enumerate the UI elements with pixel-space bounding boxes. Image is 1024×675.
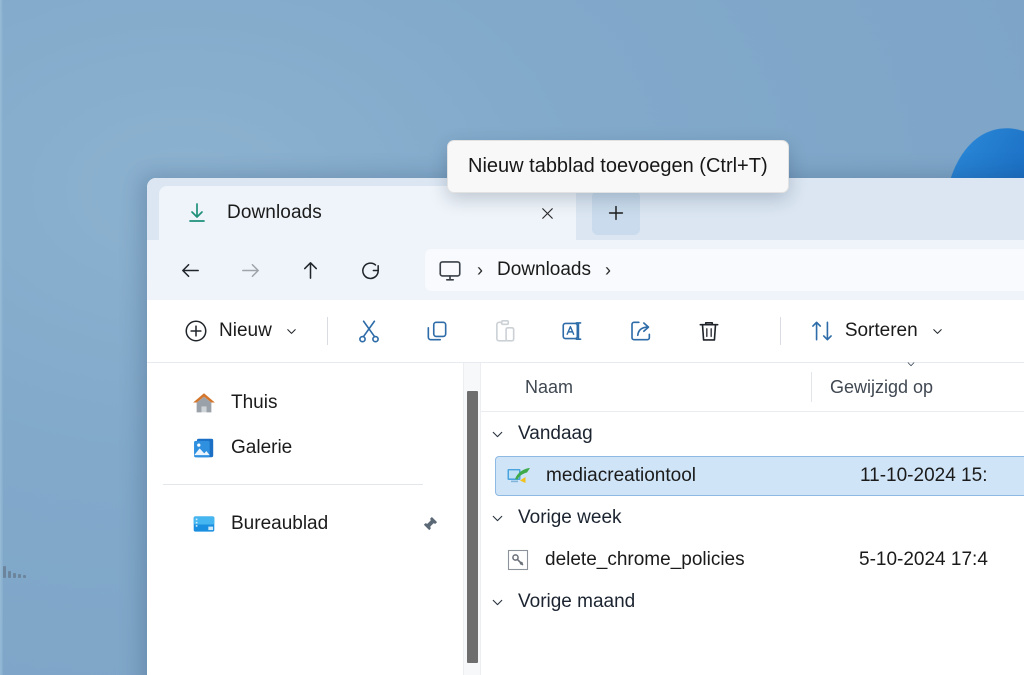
back-button[interactable] <box>169 249 211 291</box>
home-icon <box>191 390 217 416</box>
breadcrumb-separator-2[interactable]: › <box>605 261 611 279</box>
registry-file-icon <box>505 547 531 573</box>
sidebar-divider <box>163 484 423 485</box>
scrollbar-thumb[interactable] <box>467 391 478 663</box>
sort-button-label: Sorteren <box>844 320 918 341</box>
breadcrumb-separator-1: › <box>477 260 483 280</box>
group-label: Vorige week <box>518 507 622 528</box>
table-row[interactable]: mediacreationtool 11-10-2024 15: <box>495 456 1024 496</box>
sort-indicator-chevron-down-icon <box>907 361 915 366</box>
chevron-down-icon <box>287 328 296 334</box>
navigation-sidebar: Thuis Galerie Bureaublad <box>147 363 463 675</box>
file-explorer-window: Downloads › Downloads › Nieuw Sorteren T… <box>147 178 1024 675</box>
tab-label: Downloads <box>227 202 322 223</box>
new-button[interactable]: Nieuw <box>177 311 305 351</box>
chevron-down-icon <box>492 599 503 605</box>
sidebar-item-galerie[interactable]: Galerie <box>181 427 449 469</box>
share-button[interactable] <box>622 311 660 351</box>
refresh-icon <box>361 261 379 279</box>
copy-button[interactable] <box>418 311 456 351</box>
trash-icon <box>699 321 719 341</box>
sidebar-item-bureaublad[interactable]: Bureaublad <box>181 503 449 545</box>
file-modified-date: 5-10-2024 17:4 <box>859 549 988 570</box>
plus-icon <box>608 205 624 221</box>
rename-icon <box>562 322 582 340</box>
sidebar-item-label: Thuis <box>231 392 278 413</box>
column-header-name[interactable]: Naam <box>481 377 811 398</box>
new-tab-button[interactable] <box>592 191 640 235</box>
plus-circle-icon <box>185 320 207 342</box>
chevron-down-icon <box>492 431 503 437</box>
pin-icon[interactable] <box>421 515 439 533</box>
toolbar-divider-1 <box>326 317 328 345</box>
forward-button <box>229 249 271 291</box>
sort-button[interactable]: Sorteren <box>803 311 951 351</box>
arrow-left-icon <box>181 263 199 277</box>
column-header-modified-label: Gewijzigd op <box>830 376 934 397</box>
sidebar-item-thuis[interactable]: Thuis <box>181 382 449 424</box>
navigation-bar: › Downloads › <box>147 240 1024 300</box>
file-list-pane: Naam Gewijzigd op Vandaag mediacreationt… <box>480 361 1024 675</box>
group-header-vorige-week[interactable]: Vorige week <box>481 496 1024 540</box>
group-label: Vorige maand <box>518 591 636 612</box>
scissors-icon <box>358 320 379 343</box>
windows-logo-icon <box>506 463 532 489</box>
sidebar-scrollbar[interactable] <box>463 363 481 675</box>
desktop-icon-artifact <box>2 562 28 580</box>
file-list-header: Naam Gewijzigd op <box>481 361 1024 412</box>
toolbar-divider-2 <box>779 317 781 345</box>
rename-button[interactable] <box>554 311 592 351</box>
sidebar-item-label: Bureaublad <box>231 513 329 534</box>
command-toolbar: Nieuw Sorteren <box>147 300 1024 363</box>
share-icon <box>631 321 650 341</box>
refresh-button[interactable] <box>349 249 391 291</box>
column-header-modified[interactable]: Gewijzigd op <box>812 361 934 398</box>
chevron-down-icon <box>492 515 503 521</box>
sidebar-item-label: Galerie <box>231 437 293 458</box>
file-name: mediacreationtool <box>546 465 696 486</box>
tab-downloads[interactable]: Downloads <box>159 186 576 240</box>
screen: Downloads › Downloads › Nieuw Sorteren T… <box>0 0 1024 675</box>
group-header-vandaag[interactable]: Vandaag <box>481 412 1024 456</box>
close-icon[interactable] <box>532 198 562 228</box>
chevron-down-icon <box>932 328 942 334</box>
sort-arrows-icon <box>811 321 832 341</box>
arrow-up-icon <box>303 261 317 279</box>
monitor-icon <box>437 257 463 283</box>
copy-icon <box>427 321 447 341</box>
window-body: Thuis Galerie Bureaublad Naam Gewijzigd … <box>147 361 1024 675</box>
sidebar-item-partial[interactable] <box>181 548 449 590</box>
gallery-icon <box>191 435 217 461</box>
paste-button <box>486 311 524 351</box>
breadcrumb-downloads[interactable]: Downloads <box>497 259 591 281</box>
arrow-right-icon <box>241 263 259 277</box>
desktop-icon <box>191 511 217 537</box>
file-name: delete_chrome_policies <box>545 549 745 570</box>
file-modified-date: 11-10-2024 15: <box>860 465 988 486</box>
table-row[interactable]: delete_chrome_policies 5-10-2024 17:4 <box>495 540 1024 580</box>
address-bar[interactable]: › Downloads › <box>425 249 1024 291</box>
delete-button[interactable] <box>690 311 728 351</box>
new-button-label: Nieuw <box>219 320 272 341</box>
group-header-vorige-maand[interactable]: Vorige maand <box>481 580 1024 624</box>
group-label: Vandaag <box>518 423 593 444</box>
tooltip-new-tab: Nieuw tabblad toevoegen (Ctrl+T) <box>447 140 789 193</box>
cut-button[interactable] <box>350 311 388 351</box>
clipboard-paste-icon <box>495 320 515 342</box>
up-button[interactable] <box>289 249 331 291</box>
download-arrow-icon <box>185 201 209 225</box>
